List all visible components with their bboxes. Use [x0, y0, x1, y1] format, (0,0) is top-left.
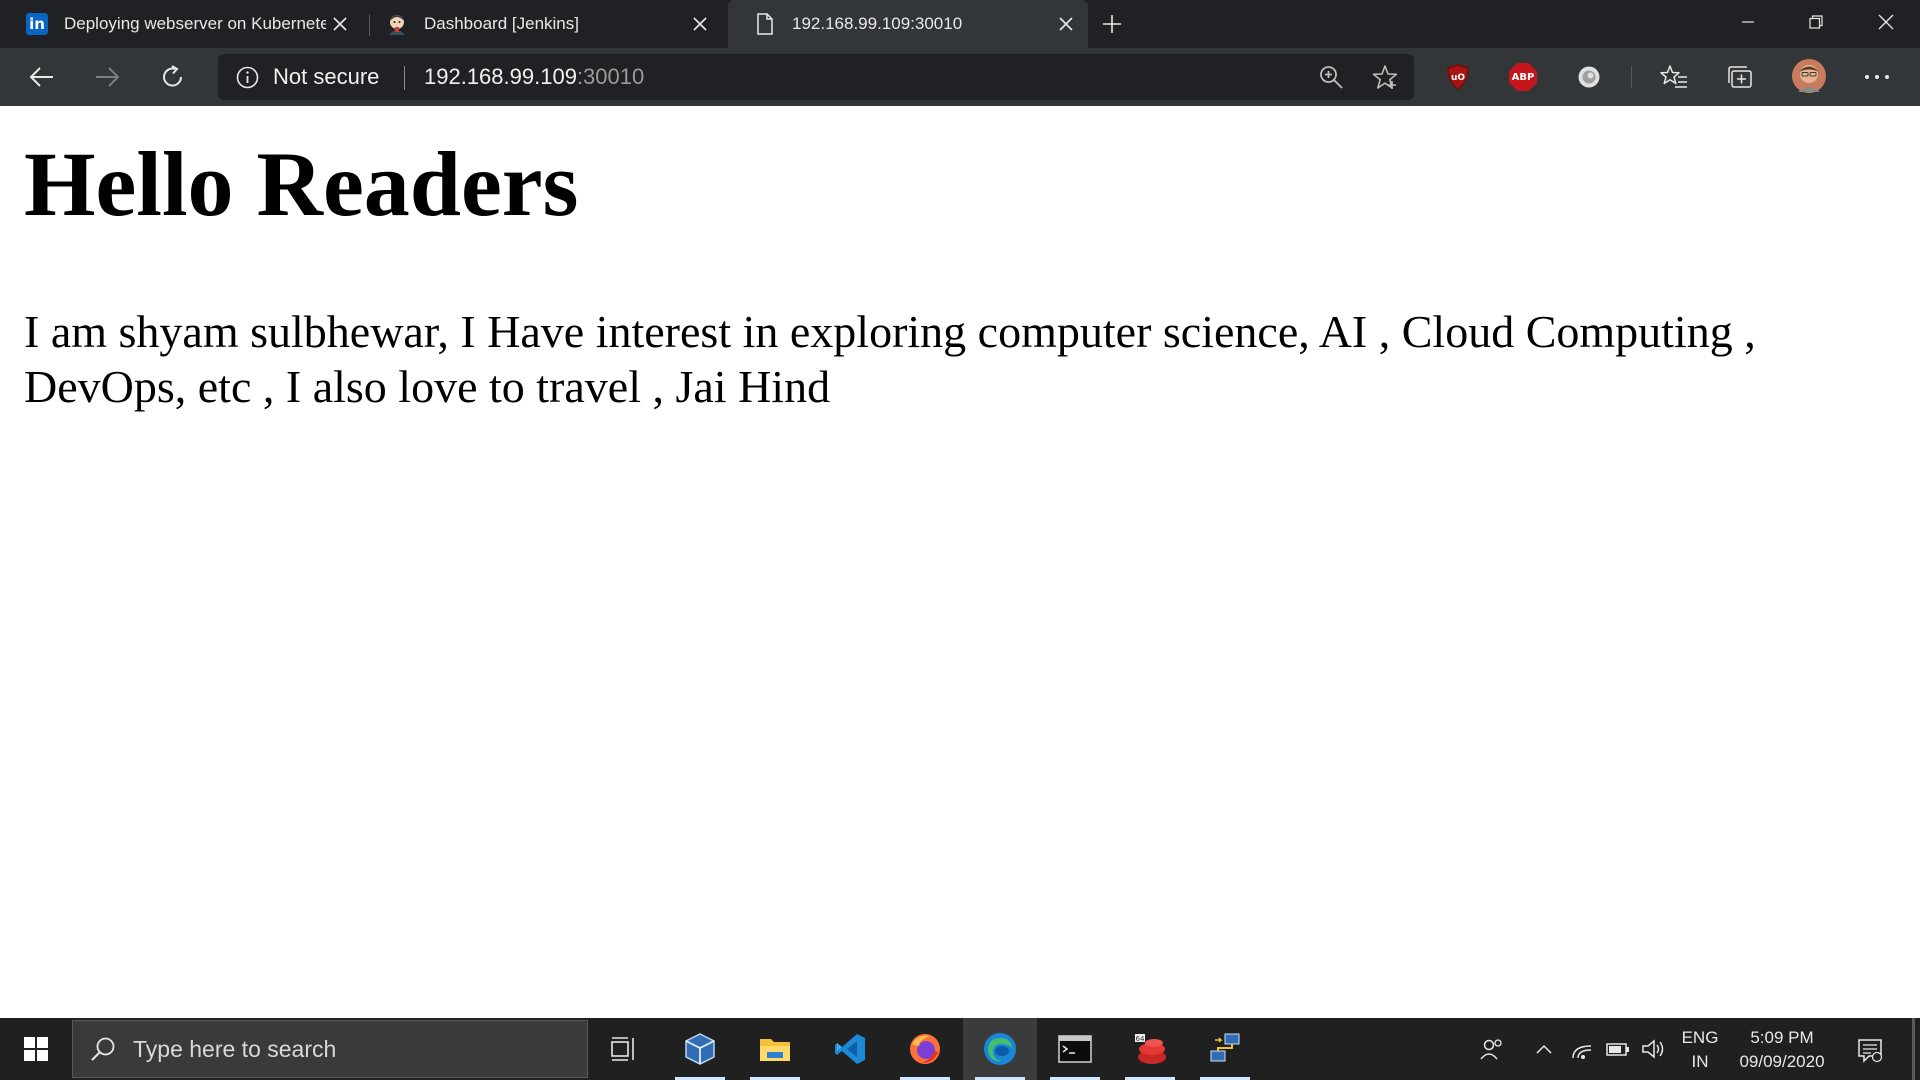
refresh-button[interactable] — [152, 56, 194, 98]
extension-circle-icon[interactable] — [1573, 61, 1605, 93]
page-heading: Hello Readers — [24, 133, 579, 235]
address-bar[interactable]: Not secure 192.168.99.109:30010 — [218, 54, 1414, 100]
windows-start-button[interactable] — [12, 1028, 60, 1070]
battery-icon[interactable] — [1600, 1018, 1636, 1080]
clock-time: 5:09 PM — [1750, 1028, 1814, 1047]
windows-taskbar: Type here to search 64 ENG IN 5:09 PM 09… — [0, 1018, 1920, 1080]
java-app-icon[interactable]: 64 — [1113, 1018, 1187, 1080]
tab-title: Deploying webserver on Kubernetes — [64, 14, 326, 33]
tab-jenkins[interactable]: Dashboard [Jenkins] — [364, 0, 722, 48]
info-icon[interactable] — [236, 66, 259, 93]
minimize-button[interactable] — [1714, 0, 1782, 44]
address-divider — [404, 66, 405, 90]
tab-current-page[interactable]: 192.168.99.109:30010 — [728, 0, 1088, 48]
url-host: 192.168.99.109 — [424, 64, 577, 89]
language-indicator[interactable]: ENG IN — [1674, 1026, 1726, 1074]
region-code: IN — [1691, 1052, 1709, 1071]
firefox-icon[interactable] — [888, 1018, 962, 1080]
jenkins-icon — [386, 13, 408, 35]
people-icon[interactable] — [1474, 1018, 1510, 1080]
clock-date: 09/09/2020 — [1739, 1052, 1825, 1071]
profile-avatar[interactable] — [1790, 57, 1828, 95]
zoom-icon[interactable] — [1316, 62, 1346, 92]
page-icon — [754, 13, 776, 35]
svg-text:uO: uO — [1451, 73, 1465, 83]
more-menu-icon[interactable] — [1861, 61, 1893, 93]
close-icon[interactable] — [1052, 10, 1080, 38]
close-icon[interactable] — [686, 10, 714, 38]
adblock-plus-icon[interactable]: ABP — [1507, 61, 1539, 93]
search-placeholder: Type here to search — [133, 1036, 337, 1062]
volume-icon[interactable] — [1636, 1018, 1672, 1080]
show-hidden-icons-chevron-icon[interactable] — [1526, 1018, 1562, 1080]
language-code: ENG — [1681, 1028, 1719, 1047]
security-status[interactable]: Not secure — [273, 54, 379, 100]
url-port: :30010 — [576, 64, 645, 89]
page-paragraph: I am shyam sulbhewar, I Have interest in… — [24, 306, 1756, 412]
linkedin-icon: in — [26, 13, 48, 35]
browser-tab-strip: in Deploying webserver on Kubernetes Das… — [0, 0, 1920, 48]
wifi-icon[interactable] — [1564, 1018, 1600, 1080]
show-desktop-button[interactable] — [1912, 1018, 1915, 1080]
edge-icon[interactable] — [963, 1018, 1037, 1080]
tab-title: 192.168.99.109:30010 — [792, 14, 963, 33]
favorite-star-icon[interactable] — [1370, 62, 1400, 92]
back-button[interactable] — [21, 56, 63, 98]
file-explorer-icon[interactable] — [738, 1018, 812, 1080]
svg-text:64: 64 — [1136, 1035, 1145, 1043]
command-prompt-icon[interactable] — [1038, 1018, 1112, 1080]
close-icon[interactable] — [326, 10, 354, 38]
favorites-icon[interactable] — [1658, 61, 1690, 93]
vscode-icon[interactable] — [813, 1018, 887, 1080]
task-view-icon[interactable] — [587, 1018, 661, 1080]
system-clock[interactable]: 5:09 PM 09/09/2020 — [1724, 1026, 1840, 1074]
tab-linkedin[interactable]: in Deploying webserver on Kubernetes — [0, 0, 362, 48]
url-text[interactable]: 192.168.99.109:30010 — [424, 54, 644, 100]
browser-toolbar: Not secure 192.168.99.109:30010 uO ABP — [0, 48, 1920, 106]
toolbar-separator — [1631, 66, 1632, 88]
taskbar-search-box[interactable]: Type here to search — [72, 1020, 588, 1078]
restore-button[interactable] — [1782, 0, 1850, 44]
virtualbox-icon[interactable] — [663, 1018, 737, 1080]
network-app-icon[interactable] — [1188, 1018, 1262, 1080]
ublock-origin-icon[interactable]: uO — [1442, 61, 1474, 93]
tab-title: Dashboard [Jenkins] — [424, 14, 579, 33]
notification-center-icon[interactable] — [1852, 1032, 1888, 1068]
new-tab-button[interactable] — [1096, 8, 1128, 40]
forward-button[interactable] — [86, 56, 128, 98]
close-window-button[interactable] — [1852, 0, 1920, 44]
collections-icon[interactable] — [1724, 61, 1756, 93]
web-page-content: Hello Readers I am shyam sulbhewar, I Ha… — [0, 106, 1920, 1018]
search-icon — [89, 1035, 117, 1067]
